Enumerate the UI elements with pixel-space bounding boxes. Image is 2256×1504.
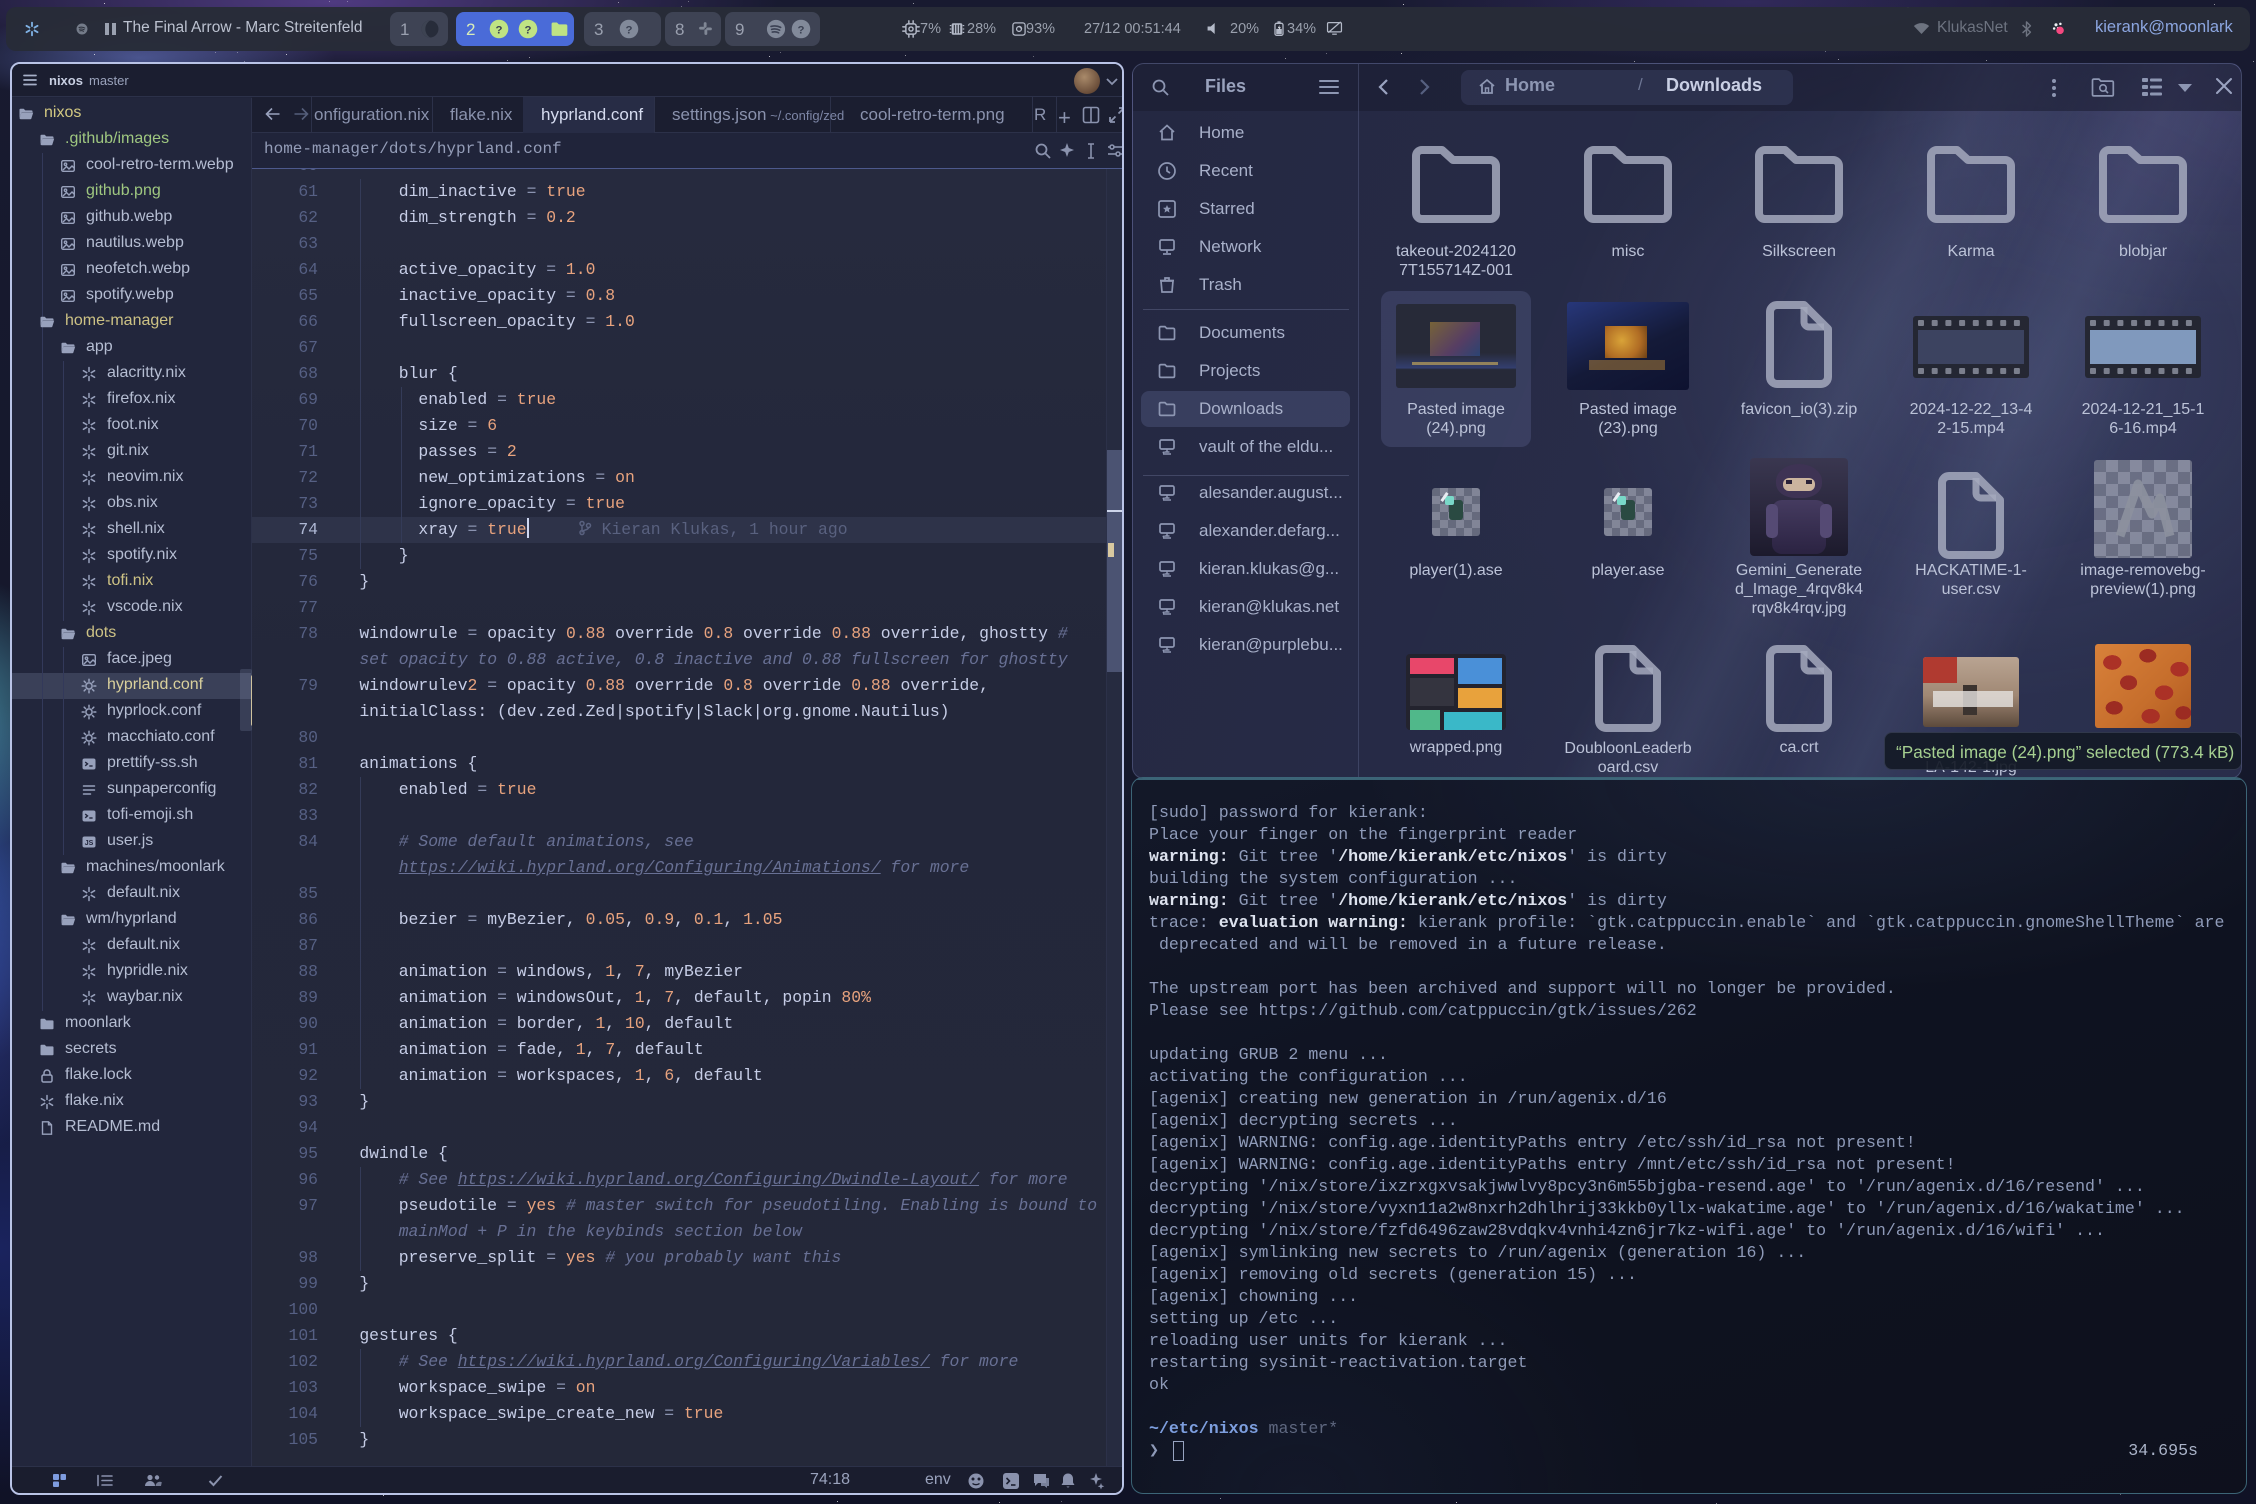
svg-text:?: ? — [798, 24, 805, 36]
svg-text:?: ? — [496, 24, 503, 36]
svg-text:?: ? — [626, 24, 633, 36]
svg-text:?: ? — [525, 24, 532, 36]
svg-text:JS: JS — [85, 840, 94, 847]
